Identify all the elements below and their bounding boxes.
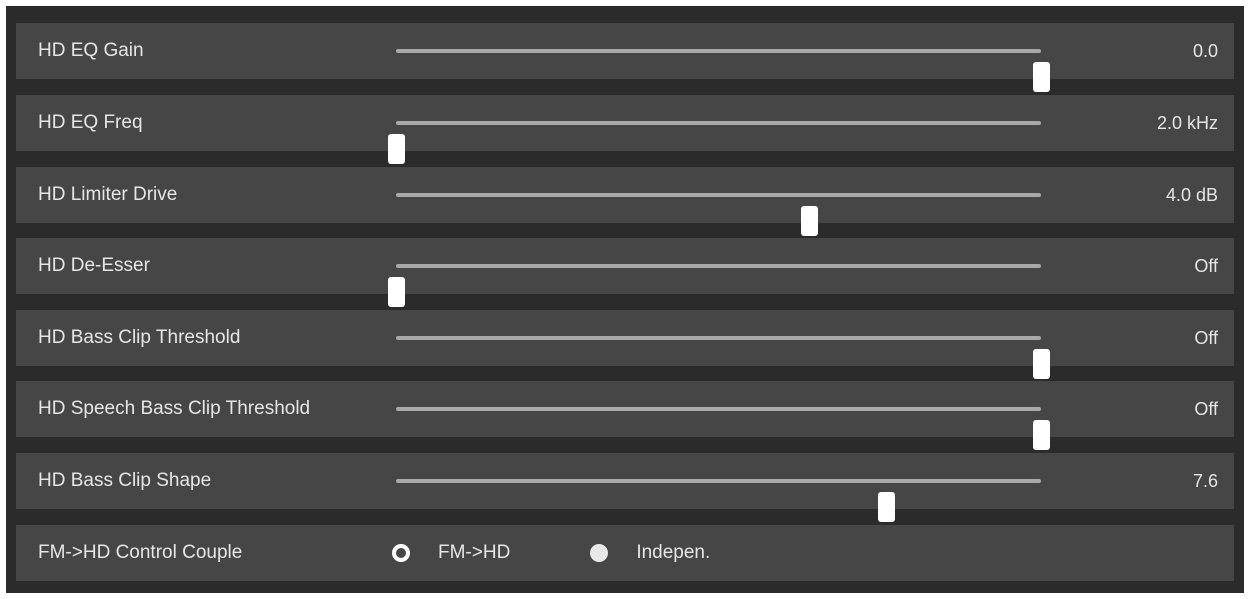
radio-option-fm-hd[interactable]: FM->HD <box>392 542 510 564</box>
slider-label: HD Limiter Drive <box>38 184 178 205</box>
hd-processing-panel: HD EQ Gain 0.0 HD EQ Freq 2.0 kHz HD Lim… <box>6 6 1244 593</box>
slider-value: 4.0 dB <box>1165 185 1218 205</box>
slider-row-hd-limiter-drive: HD Limiter Drive 4.0 dB <box>16 167 1234 236</box>
slider-thumb[interactable] <box>1033 420 1050 450</box>
slider-label: HD EQ Gain <box>38 40 144 61</box>
control-couple-row: FM->HD Control Couple FM->HD Indepen. <box>16 525 1234 581</box>
slider-thumb[interactable] <box>388 277 405 307</box>
slider-thumb[interactable] <box>878 492 896 522</box>
control-couple-radio-group: FM->HD Indepen. <box>392 525 710 581</box>
slider-thumb[interactable] <box>388 134 405 164</box>
slider-value: Off <box>1194 256 1218 276</box>
slider-track[interactable] <box>396 49 1050 92</box>
slider-track[interactable] <box>396 336 1050 379</box>
radio-label-indepen: Indepen. <box>636 542 711 563</box>
slider-row-hd-eq-gain: HD EQ Gain 0.0 <box>16 23 1234 92</box>
slider-thumb[interactable] <box>1033 349 1050 379</box>
slider-label: HD EQ Freq <box>38 112 143 133</box>
radio-button-fm-hd[interactable] <box>392 544 410 562</box>
slider-label: HD Bass Clip Threshold <box>38 327 241 348</box>
slider-thumb[interactable] <box>800 206 818 236</box>
slider-track[interactable] <box>396 193 1041 236</box>
slider-row-hd-bass-clip-shape: HD Bass Clip Shape 7.6 <box>16 453 1234 522</box>
slider-value: 0.0 <box>1192 41 1218 61</box>
radio-option-indepen[interactable]: Indepen. <box>590 542 710 564</box>
radio-button-indepen[interactable] <box>590 544 609 562</box>
slider-track[interactable] <box>396 407 1050 450</box>
slider-track[interactable] <box>388 121 1041 164</box>
slider-row-hd-bass-clip-threshold: HD Bass Clip Threshold Off <box>16 310 1234 379</box>
slider-label: HD De-Esser <box>38 255 150 276</box>
slider-row-hd-speech-bass-clip-threshold: HD Speech Bass Clip Threshold Off <box>16 381 1234 450</box>
slider-track[interactable] <box>396 479 1041 522</box>
slider-value: 2.0 kHz <box>1156 113 1218 133</box>
slider-value: 7.6 <box>1192 471 1218 491</box>
slider-value: Off <box>1194 328 1218 348</box>
slider-label: HD Speech Bass Clip Threshold <box>38 398 311 419</box>
slider-value: Off <box>1194 399 1218 419</box>
slider-track[interactable] <box>388 264 1041 307</box>
slider-row-hd-eq-freq: HD EQ Freq 2.0 kHz <box>16 95 1234 164</box>
radio-label-fm-hd: FM->HD <box>438 542 511 563</box>
slider-label: HD Bass Clip Shape <box>38 470 212 491</box>
slider-row-hd-de-esser: HD De-Esser Off <box>16 238 1234 307</box>
slider-thumb[interactable] <box>1033 62 1050 92</box>
control-couple-label: FM->HD Control Couple <box>38 542 243 563</box>
